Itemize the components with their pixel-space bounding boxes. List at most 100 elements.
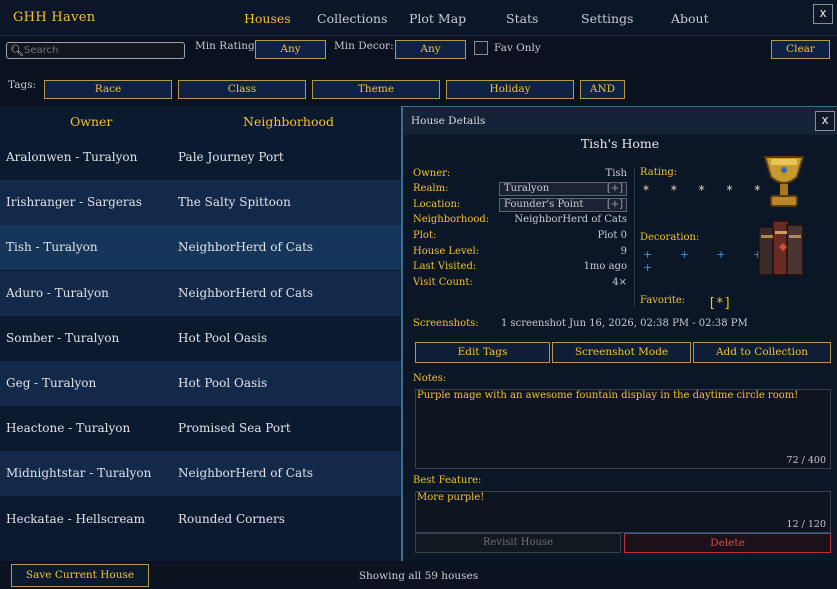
notes-label: Notes: bbox=[413, 373, 447, 384]
fav-only-checkbox[interactable] bbox=[474, 41, 488, 55]
row-neighborhood: Rounded Corners bbox=[178, 511, 285, 526]
row-neighborhood: Hot Pool Oasis bbox=[178, 330, 268, 345]
edit-tags-button[interactable]: Edit Tags bbox=[415, 342, 550, 363]
filter-bar: 🔍︎ Min Rating: Any Min Decor: Any Fav On… bbox=[0, 37, 837, 105]
notes-char-count: 72 / 400 bbox=[786, 455, 826, 466]
row-neighborhood: Hot Pool Oasis bbox=[178, 376, 268, 390]
neighborhood-column-header[interactable]: Neighborhood bbox=[243, 114, 334, 129]
row-owner: Heckatae - Hellscream bbox=[6, 511, 145, 526]
best-feature-textarea[interactable]: More purple! 12 / 120 bbox=[415, 491, 831, 533]
table-row[interactable]: Heactone - Turalyon Promised Sea Port bbox=[0, 406, 401, 452]
location-label: Location: bbox=[413, 199, 461, 210]
owner-label: Owner: bbox=[413, 168, 451, 179]
table-row[interactable]: Tish - Turalyon NeighborHerd of Cats bbox=[0, 225, 401, 271]
house-name: Tish's Home bbox=[580, 136, 660, 151]
row-neighborhood: The Salty Spittoon bbox=[178, 195, 291, 210]
row-owner: Tish - Turalyon bbox=[6, 240, 98, 255]
notes-textarea[interactable]: Purple mage with an awesome fountain dis… bbox=[415, 389, 831, 469]
revisit-house-button[interactable]: Revisit House bbox=[415, 533, 621, 553]
tab-about[interactable]: About bbox=[671, 11, 709, 26]
realm-field[interactable]: Turalyon [+] bbox=[499, 182, 627, 196]
row-neighborhood: Promised Sea Port bbox=[178, 421, 291, 436]
house-level-label: House Level: bbox=[413, 246, 480, 257]
tag-class-button[interactable]: Class bbox=[178, 80, 306, 99]
screenshot-mode-button[interactable]: Screenshot Mode bbox=[552, 342, 691, 363]
row-owner: Geg - Turalyon bbox=[6, 376, 97, 390]
neighborhood-label: Neighborhood: bbox=[413, 214, 490, 225]
table-row[interactable]: Somber - Turalyon Hot Pool Oasis bbox=[0, 315, 401, 361]
search-box[interactable]: 🔍︎ bbox=[6, 42, 185, 59]
plot-label: Plot: bbox=[413, 230, 437, 241]
tab-settings[interactable]: Settings bbox=[581, 11, 633, 26]
fav-only-label: Fav Only bbox=[494, 42, 541, 54]
add-to-collection-button[interactable]: Add to Collection bbox=[693, 342, 831, 363]
close-icon: x bbox=[821, 113, 829, 127]
row-owner: Heactone - Turalyon bbox=[6, 421, 131, 436]
row-owner: Somber - Turalyon bbox=[6, 330, 120, 345]
row-owner: Aduro - Turalyon bbox=[6, 285, 109, 300]
tab-plot-map[interactable]: Plot Map bbox=[409, 11, 466, 26]
row-owner: Midnightstar - Turalyon bbox=[6, 466, 152, 481]
house-level-value: 9 bbox=[620, 246, 627, 257]
tag-theme-button[interactable]: Theme bbox=[312, 80, 440, 99]
table-row[interactable]: Aralonwen - Turalyon Pale Journey Port bbox=[0, 135, 401, 180]
notes-text: Purple mage with an awesome fountain dis… bbox=[417, 390, 799, 401]
tags-label: Tags: bbox=[8, 79, 37, 91]
screenshots-value: 1 screenshot Jun 16, 2026, 02:38 PM - 02… bbox=[501, 318, 748, 329]
trophy-icon bbox=[763, 156, 805, 207]
min-rating-dropdown[interactable]: Any bbox=[255, 40, 326, 59]
row-neighborhood: Pale Journey Port bbox=[178, 150, 284, 164]
tag-race-button[interactable]: Race bbox=[44, 80, 172, 99]
realm-expand-icon[interactable]: [+] bbox=[607, 183, 623, 195]
rating-stars[interactable]: * * * * * bbox=[643, 183, 769, 197]
location-field[interactable]: Founder's Point [+] bbox=[499, 198, 627, 212]
best-feature-text: More purple! bbox=[417, 492, 485, 503]
title-bar: GHH Haven Houses Collections Plot Map St… bbox=[0, 0, 837, 36]
close-window-button[interactable]: x bbox=[813, 4, 833, 24]
tab-collections[interactable]: Collections bbox=[317, 11, 388, 26]
location-expand-icon[interactable]: [+] bbox=[607, 199, 623, 211]
row-neighborhood: NeighborHerd of Cats bbox=[178, 285, 314, 300]
neighborhood-value: NeighborHerd of Cats bbox=[514, 214, 627, 225]
details-header: House Details x bbox=[403, 107, 837, 135]
search-input[interactable] bbox=[24, 44, 179, 57]
min-decor-dropdown[interactable]: Any bbox=[395, 40, 466, 59]
bottom-bar: Save Current House Showing all 59 houses bbox=[0, 561, 837, 589]
row-neighborhood: NeighborHerd of Cats bbox=[178, 240, 314, 255]
favorite-toggle[interactable]: [*] bbox=[708, 296, 731, 311]
clear-button[interactable]: Clear bbox=[771, 40, 830, 59]
close-details-button[interactable]: x bbox=[815, 111, 835, 131]
status-text: Showing all 59 houses bbox=[358, 570, 479, 582]
house-details-panel: House Details x Tish's Home Owner: Tish … bbox=[401, 106, 837, 561]
row-owner: Irishranger - Sargeras bbox=[6, 195, 142, 210]
last-visited-value: 1mo ago bbox=[583, 261, 627, 272]
visit-count-value: 4× bbox=[612, 277, 627, 288]
rating-label: Rating: bbox=[640, 167, 678, 178]
owner-column-header[interactable]: Owner bbox=[70, 114, 112, 129]
house-list: Owner Neighborhood Aralonwen - Turalyon P… bbox=[0, 106, 401, 561]
details-title: House Details bbox=[411, 115, 486, 127]
details-divider bbox=[634, 167, 635, 307]
table-row[interactable]: Geg - Turalyon Hot Pool Oasis bbox=[0, 361, 401, 406]
table-row[interactable]: Midnightstar - Turalyon NeighborHerd of C… bbox=[0, 451, 401, 497]
table-row[interactable]: Heckatae - Hellscream Rounded Corners bbox=[0, 496, 401, 542]
row-owner: Aralonwen - Turalyon bbox=[6, 150, 138, 164]
search-icon: 🔍︎ bbox=[10, 44, 24, 57]
tag-mode-button[interactable]: AND bbox=[580, 80, 625, 99]
best-feature-char-count: 12 / 120 bbox=[786, 519, 826, 530]
delete-button[interactable]: Delete bbox=[624, 533, 831, 553]
screenshots-label: Screenshots: bbox=[413, 318, 479, 329]
tab-stats[interactable]: Stats bbox=[506, 11, 538, 26]
tag-holiday-button[interactable]: Holiday bbox=[446, 80, 574, 99]
location-value: Founder's Point bbox=[504, 199, 584, 210]
tab-houses[interactable]: Houses bbox=[244, 11, 291, 26]
table-row[interactable]: Aduro - Turalyon NeighborHerd of Cats bbox=[0, 270, 401, 316]
table-row[interactable]: Irishranger - Sargeras The Salty Spittoon bbox=[0, 180, 401, 226]
owner-value: Tish bbox=[605, 168, 627, 179]
favorite-label: Favorite: bbox=[640, 295, 686, 306]
best-feature-label: Best Feature: bbox=[413, 475, 482, 486]
last-visited-label: Last Visited: bbox=[413, 261, 477, 272]
close-icon: x bbox=[819, 6, 827, 20]
realm-value: Turalyon bbox=[504, 183, 550, 194]
app-title: GHH Haven bbox=[13, 10, 96, 25]
